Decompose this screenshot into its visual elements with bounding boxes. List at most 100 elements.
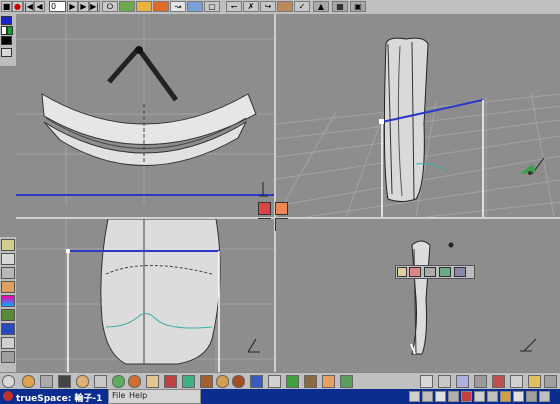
tray-grid-icon[interactable] — [435, 391, 446, 402]
tool-icon-4[interactable] — [1, 281, 15, 293]
tray-camera-icon[interactable] — [448, 391, 459, 402]
object-tool-icon[interactable]: ⭘ — [102, 1, 118, 12]
view-toggle-icon-1[interactable] — [258, 202, 271, 215]
tool-icon-9[interactable] — [1, 351, 15, 363]
tool-icon-2[interactable] — [1, 253, 15, 265]
tool-icon-8[interactable] — [1, 337, 15, 349]
menu-file[interactable]: File — [112, 391, 125, 400]
material-icon[interactable] — [40, 375, 53, 388]
fit-view-icon[interactable] — [422, 391, 433, 402]
frame-number-field[interactable]: 0 — [49, 1, 66, 12]
first-frame-icon[interactable]: |◀ — [23, 1, 34, 12]
sphere-primitive-icon[interactable] — [2, 375, 15, 388]
camera-icon[interactable] — [277, 1, 293, 12]
lock-icon[interactable] — [438, 375, 451, 388]
tool-icon-3[interactable] — [1, 267, 15, 279]
pan-view-icon[interactable] — [544, 375, 557, 388]
previous-frame-icon[interactable]: ◀ — [34, 1, 45, 12]
scale-icon[interactable]: ▢ — [204, 1, 220, 12]
tray-info-icon[interactable] — [513, 391, 524, 402]
tray-anim-icon[interactable] — [500, 391, 511, 402]
record-icon[interactable]: ● — [12, 1, 23, 12]
menu-help[interactable]: Help — [129, 391, 147, 400]
tool-icon-1[interactable] — [1, 239, 15, 251]
boolean-icon[interactable] — [216, 375, 229, 388]
zoom-icon[interactable]: ↝ — [170, 1, 186, 12]
stop-icon[interactable]: ■ — [1, 1, 12, 12]
curve-icon[interactable] — [182, 375, 195, 388]
float-tool-icon-2[interactable] — [409, 267, 421, 277]
cube-primitive-icon[interactable] — [58, 375, 71, 388]
torus-icon[interactable] — [76, 375, 89, 388]
view-icon[interactable] — [420, 375, 433, 388]
delete-icon[interactable]: ↽ — [226, 1, 242, 12]
viewport-bottom-left[interactable] — [16, 219, 274, 372]
tool-icon-5[interactable] — [1, 295, 15, 307]
next-frame-icon[interactable]: ▶ — [67, 1, 78, 12]
help-icon[interactable]: ▣ — [350, 1, 366, 12]
scene-icon[interactable] — [492, 375, 505, 388]
star-icon[interactable] — [128, 375, 141, 388]
tray-light-icon[interactable] — [461, 391, 472, 402]
redo-icon[interactable]: ↪ — [260, 1, 276, 12]
play-icon[interactable]: ▶ — [78, 1, 89, 12]
maximize-icon[interactable] — [526, 391, 537, 402]
tray-material-icon[interactable] — [487, 391, 498, 402]
restore-icon[interactable] — [539, 391, 550, 402]
bottom-left-view-canvas — [16, 219, 274, 372]
bottom-toolbar — [0, 372, 560, 390]
tray-settings-icon[interactable] — [474, 391, 485, 402]
window-title: trueSpace: 輪子-1 — [16, 394, 103, 404]
spline-icon[interactable] — [146, 375, 159, 388]
viewport-top-left[interactable] — [16, 14, 274, 217]
top-toolbar: ■ ● |◀ ◀ 0 ▶ ▶ ▶| ⭘ ↝ ▢ ↽ ✗ ↪ ✓ ▲ ▦ ▣ — [0, 0, 560, 15]
float-tool-icon-1[interactable] — [397, 267, 407, 277]
tool-palette — [0, 237, 16, 372]
color-palette — [0, 14, 16, 66]
perspective-view-canvas — [276, 37, 560, 217]
tool-icon-6[interactable] — [1, 309, 15, 321]
zoom-view-icon[interactable] — [528, 375, 541, 388]
object-floating-toolbar — [395, 265, 475, 279]
helix-icon[interactable] — [112, 375, 125, 388]
color-swatch-blue[interactable] — [1, 16, 12, 25]
last-frame-icon[interactable]: ▶| — [89, 1, 100, 12]
rotate-view-icon[interactable] — [409, 391, 420, 402]
light-icon[interactable]: ✓ — [294, 1, 310, 12]
face-icon[interactable] — [164, 375, 177, 388]
checker-icon[interactable] — [250, 375, 263, 388]
float-tool-icon-5[interactable] — [454, 267, 466, 277]
grid-icon[interactable]: ▦ — [332, 1, 348, 12]
grid-view-icon[interactable] — [456, 375, 469, 388]
viewport-top-right[interactable] — [276, 14, 560, 217]
human-face-icon[interactable] — [322, 375, 335, 388]
float-tool-icon-3[interactable] — [424, 267, 436, 277]
render-icon[interactable] — [153, 1, 169, 12]
viewport-bottom-right[interactable] — [276, 219, 560, 372]
layers-icon[interactable] — [340, 375, 353, 388]
cone-icon[interactable] — [200, 375, 213, 388]
view-toggle-icon-2[interactable] — [275, 202, 288, 215]
color-swatch-green[interactable] — [7, 26, 13, 35]
arm-right — [138, 50, 179, 102]
menu-bar: File Help — [108, 389, 201, 404]
axis-gizmo-bottom-right — [520, 338, 537, 352]
render-mode-icon[interactable] — [510, 375, 523, 388]
knot-icon[interactable] — [94, 375, 107, 388]
tool-icon-7[interactable] — [1, 323, 15, 335]
undo-icon[interactable]: ✗ — [243, 1, 259, 12]
eye-move-icon[interactable] — [119, 1, 135, 12]
human-icon[interactable] — [268, 375, 281, 388]
texture-icon[interactable] — [232, 375, 245, 388]
rotate-icon[interactable] — [187, 1, 203, 12]
color-swatch-black[interactable] — [1, 36, 12, 45]
smile-icon[interactable] — [304, 375, 317, 388]
cylinder-primitive-icon[interactable] — [22, 375, 35, 388]
layout-icon[interactable] — [474, 375, 487, 388]
float-tool-icon-4[interactable] — [439, 267, 451, 277]
up-arrow-icon[interactable]: ▲ — [313, 1, 329, 12]
app-icon — [3, 391, 13, 401]
plant-icon[interactable] — [286, 375, 299, 388]
paint-icon[interactable] — [136, 1, 152, 12]
tool-swatch[interactable] — [1, 48, 12, 57]
